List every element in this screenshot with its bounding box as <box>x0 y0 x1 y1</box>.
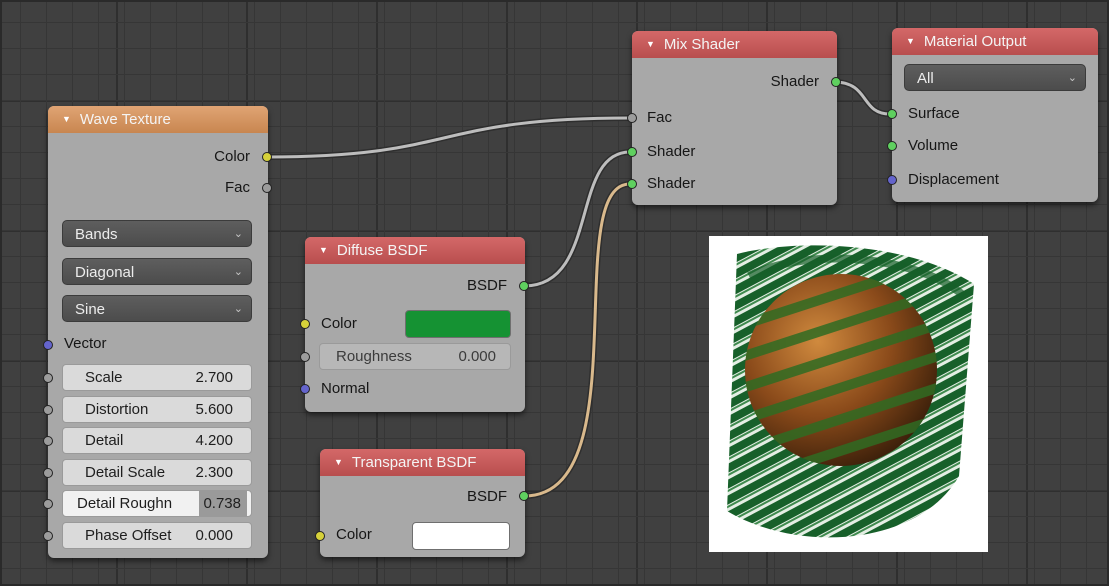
wave-detail-scale-label: Detail Scale <box>85 464 166 481</box>
transparent-bsdf-node[interactable]: ▼ Transparent BSDF BSDF Color <box>315 449 529 557</box>
transparent-bsdf-title: Transparent BSDF <box>351 454 477 471</box>
material-output-node[interactable]: ▼ Material Output All ⌄ Surface Volume Dis… <box>887 28 1098 202</box>
wave-texture-node[interactable]: ▼ Wave Texture Color Fac Bands ⌄ Diagonal ⌄… <box>43 106 272 558</box>
wave-vector-input-socket[interactable] <box>43 340 53 350</box>
diffuse-normal-label: Normal <box>321 380 370 397</box>
wave-scale-field[interactable]: Scale 2.700 <box>62 364 252 391</box>
wave-vector-label: Vector <box>64 335 107 352</box>
diffuse-roughness-label: Roughness <box>336 348 412 365</box>
transparent-color-swatch[interactable] <box>412 522 510 550</box>
wave-phase-offset-field[interactable]: Phase Offset 0.000 <box>62 522 252 549</box>
mix-shader-output-socket[interactable] <box>831 77 841 87</box>
wave-fac-output-socket[interactable] <box>262 183 272 193</box>
chevron-down-icon: ⌄ <box>233 266 243 278</box>
diffuse-bsdf-node[interactable]: ▼ Diffuse BSDF BSDF Color Roughness 0.000 … <box>300 237 529 412</box>
surface-label: Surface <box>908 105 960 122</box>
wave-scale-value: 2.700 <box>195 369 233 386</box>
wave-direction-value: Diagonal <box>75 264 135 281</box>
chevron-down-icon: ⌄ <box>1067 72 1077 84</box>
mix-shader-header[interactable]: ▼ Mix Shader <box>632 31 837 58</box>
diffuse-normal-input-socket[interactable] <box>300 384 310 394</box>
link-mix-shader-to-surface <box>833 79 891 117</box>
wave-detail-scale-input-socket[interactable] <box>43 468 53 478</box>
wave-color-output-label: Color <box>214 148 250 165</box>
mix-shader-title: Mix Shader <box>663 36 740 53</box>
collapse-triangle-icon[interactable]: ▼ <box>334 457 343 467</box>
mix-shader-output-label: Shader <box>770 73 819 90</box>
mix-fac-input-socket[interactable] <box>627 113 637 123</box>
wave-detail-scale-value: 2.300 <box>195 464 233 481</box>
mix-shader2-input-socket[interactable] <box>627 179 637 189</box>
transparent-color-label: Color <box>336 526 372 543</box>
wave-distortion-input-socket[interactable] <box>43 405 53 415</box>
render-preview-image <box>709 236 988 552</box>
wave-detail-field[interactable]: Detail 4.200 <box>62 427 252 454</box>
diffuse-bsdf-title: Diffuse BSDF <box>336 242 428 259</box>
material-output-title: Material Output <box>923 33 1027 50</box>
displacement-input-socket[interactable] <box>887 175 897 185</box>
diffuse-roughness-input-socket[interactable] <box>300 352 310 362</box>
wave-detail-scale-field[interactable]: Detail Scale 2.300 <box>62 459 252 486</box>
volume-label: Volume <box>908 137 959 154</box>
chevron-down-icon: ⌄ <box>233 228 243 240</box>
collapse-triangle-icon[interactable]: ▼ <box>646 39 655 49</box>
material-output-header[interactable]: ▼ Material Output <box>892 28 1098 55</box>
wave-phase-offset-input-socket[interactable] <box>43 531 53 541</box>
wave-direction-dropdown[interactable]: Diagonal ⌄ <box>62 258 252 285</box>
collapse-triangle-icon[interactable]: ▼ <box>319 245 328 255</box>
mix-fac-label: Fac <box>647 109 673 126</box>
volume-input-socket[interactable] <box>887 141 897 151</box>
diffuse-roughness-value: 0.000 <box>458 348 496 365</box>
link-diffuse-bsdf-to-mix-shader <box>523 149 631 289</box>
diffuse-color-input-socket[interactable] <box>300 319 310 329</box>
mix-shader-node[interactable]: ▼ Mix Shader Shader Fac Shader Shader <box>627 31 841 205</box>
wave-detail-roughness-input-socket[interactable] <box>43 499 53 509</box>
wave-detail-input-socket[interactable] <box>43 436 53 446</box>
collapse-triangle-icon[interactable]: ▼ <box>62 114 71 124</box>
transparent-color-input-socket[interactable] <box>315 531 325 541</box>
transparent-bsdf-output-label: BSDF <box>466 488 507 505</box>
diffuse-color-label: Color <box>321 315 357 332</box>
wave-detail-roughness-field[interactable]: Detail Roughn 0.738 <box>62 490 252 517</box>
wave-scale-input-socket[interactable] <box>43 373 53 383</box>
wave-detail-roughness-label: Detail Roughn <box>77 495 173 512</box>
node-editor-canvas[interactable]: ▼ Wave Texture Color Fac Bands ⌄ Diagonal ⌄… <box>0 0 1109 586</box>
wave-profile-value: Sine <box>75 301 106 318</box>
wave-type-value: Bands <box>75 226 118 243</box>
wave-phase-offset-value: 0.000 <box>195 527 233 544</box>
transparent-bsdf-header[interactable]: ▼ Transparent BSDF <box>320 449 525 476</box>
wave-detail-value: 4.200 <box>195 432 233 449</box>
wave-type-dropdown[interactable]: Bands ⌄ <box>62 220 252 247</box>
material-output-target-dropdown[interactable]: All ⌄ <box>904 64 1086 91</box>
mix-shader2-label: Shader <box>647 175 696 192</box>
material-output-target-value: All <box>917 70 934 87</box>
wave-texture-title: Wave Texture <box>79 111 171 128</box>
wave-distortion-field[interactable]: Distortion 5.600 <box>62 396 252 423</box>
wave-distortion-label: Distortion <box>85 401 149 418</box>
displacement-label: Displacement <box>908 171 999 188</box>
wave-phase-offset-label: Phase Offset <box>85 527 172 544</box>
wave-profile-dropdown[interactable]: Sine ⌄ <box>62 295 252 322</box>
render-preview-graphic <box>727 245 974 538</box>
wave-detail-roughness-value: 0.738 <box>199 491 247 516</box>
collapse-triangle-icon[interactable]: ▼ <box>906 36 915 46</box>
wave-distortion-value: 5.600 <box>195 401 233 418</box>
diffuse-roughness-field[interactable]: Roughness 0.000 <box>319 343 511 370</box>
wave-texture-header[interactable]: ▼ Wave Texture <box>48 106 268 133</box>
surface-input-socket[interactable] <box>887 109 897 119</box>
diffuse-bsdf-output-label: BSDF <box>466 277 507 294</box>
wave-detail-label: Detail <box>85 432 124 449</box>
mix-shader1-label: Shader <box>647 143 696 160</box>
wave-color-output-socket[interactable] <box>262 152 272 162</box>
transparent-bsdf-output-socket[interactable] <box>519 491 529 501</box>
chevron-down-icon: ⌄ <box>233 303 243 315</box>
wave-fac-output-label: Fac <box>224 179 250 196</box>
diffuse-bsdf-output-socket[interactable] <box>519 281 529 291</box>
diffuse-bsdf-header[interactable]: ▼ Diffuse BSDF <box>305 237 525 264</box>
wave-scale-label: Scale <box>85 369 123 386</box>
mix-shader1-input-socket[interactable] <box>627 147 637 157</box>
diffuse-color-swatch[interactable] <box>405 310 511 338</box>
